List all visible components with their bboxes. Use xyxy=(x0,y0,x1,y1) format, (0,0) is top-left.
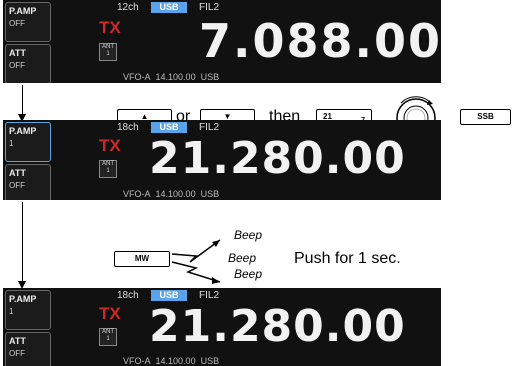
att-label: ATT xyxy=(9,48,26,58)
channel-count: 12ch xyxy=(117,2,139,13)
main-frequency: 7.088.00 xyxy=(199,14,441,68)
ant-number: 1 xyxy=(106,51,110,57)
main-frequency: 21.280.00 xyxy=(149,301,406,352)
beep-text-1: Beep xyxy=(234,228,263,242)
att-key[interactable]: ATT OFF xyxy=(5,44,51,83)
ant-indicator: ANT 1 xyxy=(99,43,117,61)
vfo-readout: VFO-A 14.100.00 USB xyxy=(123,356,219,366)
ant-indicator: ANT 1 xyxy=(99,160,117,178)
channel-count: 18ch xyxy=(117,290,139,301)
preamp-value: OFF xyxy=(9,19,25,28)
ssb-key[interactable]: SSB xyxy=(460,109,511,125)
ant-label: ANT xyxy=(102,44,114,50)
display-panel-1: P.AMP OFF ATT OFF 12ch USB FIL2 TX ANT 1… xyxy=(3,0,441,83)
mode-indicator: USB xyxy=(151,122,187,133)
filter-indicator: FIL2 xyxy=(199,2,220,13)
flow-arrow-1 xyxy=(22,85,23,115)
tx-indicator: TX xyxy=(99,18,121,37)
beep-text-3: Beep xyxy=(234,267,263,281)
preamp-key[interactable]: P.AMP 1 xyxy=(5,122,51,162)
push-duration-text: Push for 1 sec. xyxy=(294,250,401,267)
preamp-key[interactable]: P.AMP 1 xyxy=(5,290,51,330)
mode-indicator: USB xyxy=(151,2,187,13)
vfo-frequency: 14.100.00 xyxy=(155,189,196,199)
beep-text-2: Beep xyxy=(228,251,257,265)
filter-indicator: FIL2 xyxy=(199,290,220,301)
att-value: OFF xyxy=(9,61,25,70)
att-value: OFF xyxy=(9,349,25,358)
vfo-frequency: 14.100.00 xyxy=(155,72,196,82)
mode-indicator: USB xyxy=(151,290,187,301)
vfo-readout: VFO-A 14.100.00 USB xyxy=(123,72,219,82)
vfo-mode: USB xyxy=(200,189,220,199)
filter-indicator: FIL2 xyxy=(199,122,220,133)
preamp-label: P.AMP xyxy=(9,294,37,304)
att-label: ATT xyxy=(9,168,26,178)
tx-indicator: TX xyxy=(99,136,121,155)
display-panel-3: P.AMP 1 ATT OFF 18ch USB FIL2 TX ANT 1 2… xyxy=(3,288,441,366)
vfo-label: VFO-A xyxy=(123,189,151,199)
vfo-frequency: 14.100.00 xyxy=(155,356,196,366)
tx-indicator: TX xyxy=(99,304,121,323)
preamp-label: P.AMP xyxy=(9,126,37,136)
channel-count: 18ch xyxy=(117,122,139,133)
preamp-label: P.AMP xyxy=(9,6,37,16)
mw-key[interactable]: MW xyxy=(114,251,170,267)
ant-number: 1 xyxy=(106,168,110,174)
ant-label: ANT xyxy=(102,161,114,167)
ant-number: 1 xyxy=(106,336,110,342)
vfo-readout: VFO-A 14.100.00 USB xyxy=(123,189,219,199)
att-key[interactable]: ATT OFF xyxy=(5,164,51,200)
vfo-mode: USB xyxy=(200,72,220,82)
att-label: ATT xyxy=(9,336,26,346)
ant-label: ANT xyxy=(102,329,114,335)
preamp-value: 1 xyxy=(9,139,14,148)
vfo-label: VFO-A xyxy=(123,72,151,82)
flow-arrow-2 xyxy=(22,202,23,282)
preamp-key[interactable]: P.AMP OFF xyxy=(5,2,51,42)
vfo-label: VFO-A xyxy=(123,356,151,366)
preamp-value: 1 xyxy=(9,307,14,316)
display-panel-2: P.AMP 1 ATT OFF 18ch USB FIL2 TX ANT 1 2… xyxy=(3,120,441,200)
att-key[interactable]: ATT OFF xyxy=(5,332,51,366)
ant-indicator: ANT 1 xyxy=(99,328,117,346)
vfo-mode: USB xyxy=(200,356,220,366)
main-frequency: 21.280.00 xyxy=(149,133,406,184)
att-value: OFF xyxy=(9,181,25,190)
